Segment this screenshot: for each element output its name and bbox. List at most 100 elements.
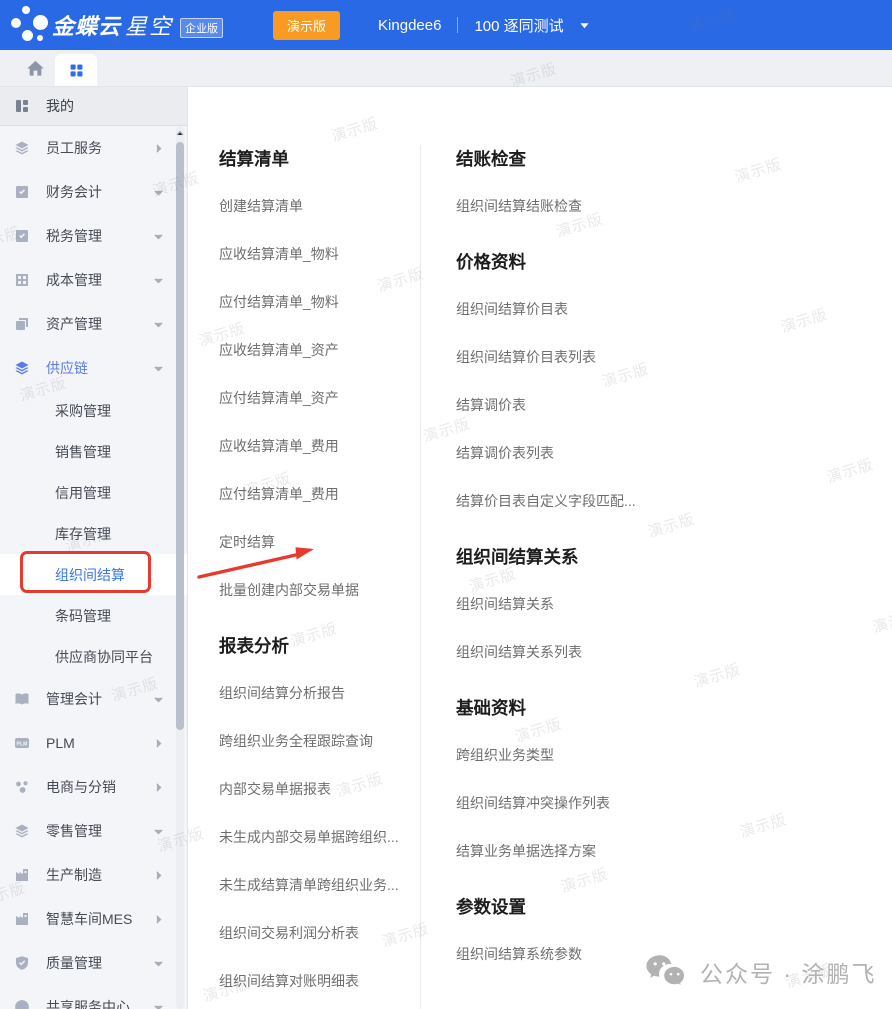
menu-link[interactable]: 应收结算清单_物料 [219, 230, 414, 278]
sidebar-item-零售管理[interactable]: 零售管理 [0, 809, 187, 853]
sidebar-item-信用管理[interactable]: 信用管理 [0, 472, 187, 513]
menu-link[interactable]: 组织间结算关系列表 [456, 628, 806, 676]
menu-link[interactable]: 创建结算清单 [219, 182, 414, 230]
sidebar-item-供应商协同平台[interactable]: 供应商协同平台 [0, 636, 187, 677]
apps-grid-icon [68, 62, 85, 79]
sidebar-item-采购管理[interactable]: 采购管理 [0, 390, 187, 431]
menu-link[interactable]: 应付结算清单_资产 [219, 374, 414, 422]
chevron-down-icon [152, 957, 165, 970]
sidebar-item-资产管理[interactable]: 资产管理 [0, 302, 187, 346]
sidebar-item-智慧车间MES[interactable]: 智慧车间MES [0, 897, 187, 941]
sidebar-item-生产制造[interactable]: 生产制造 [0, 853, 187, 897]
chevron-down-icon [152, 186, 165, 199]
menu-link[interactable]: 跨组织业务全程跟踪查询 [219, 717, 414, 765]
sidebar-item-共享服务中心[interactable]: 共享服务中心 [0, 985, 187, 1009]
globe-icon [14, 999, 30, 1009]
sidebar-item-label: 共享服务中心 [46, 997, 130, 1009]
sidebar-item-税务管理[interactable]: 税务管理 [0, 214, 187, 258]
sidebar-item-管理会计[interactable]: 管理会计 [0, 677, 187, 721]
menu-link[interactable]: 组织间结算价目表列表 [456, 333, 806, 381]
menu-link[interactable]: 组织间结算价目表 [456, 285, 806, 333]
menu-link[interactable]: 未生成结算清单跨组织业务... [219, 861, 414, 909]
panels-icon [14, 98, 30, 114]
menu-link[interactable]: 结算调价表 [456, 381, 806, 429]
sidebar-item-成本管理[interactable]: 成本管理 [0, 258, 187, 302]
wechat-account-label: 公众号 · 涂鹏飞 [700, 955, 876, 989]
tab-all-apps[interactable] [55, 54, 97, 86]
menu-link[interactable]: 组织间交易利润分析表 [219, 909, 414, 957]
menu-link[interactable]: 跨组织业务类型 [456, 731, 806, 779]
chevron-right-icon [152, 781, 165, 794]
sidebar-item-员工服务[interactable]: 员工服务 [0, 126, 187, 170]
sidebar-item-label: 成本管理 [46, 270, 102, 290]
sidebar-item-label: 供应链 [46, 358, 88, 378]
sidebar-item-label: 生产制造 [46, 865, 102, 885]
menu-link[interactable]: 组织间结算对账明细表 [219, 957, 414, 1005]
kingdee-logo-icon [6, 2, 50, 48]
menu-link[interactable]: 应付结算清单_费用 [219, 470, 414, 518]
sidebar-item-label: 资产管理 [46, 314, 102, 334]
sidebar: 我的 员工服务财务会计税务管理成本管理资产管理供应链采购管理销售管理信用管理库存… [0, 87, 188, 1009]
sidebar-item-供应链[interactable]: 供应链 [0, 346, 187, 390]
sidebar-item-my[interactable]: 我的 [0, 87, 187, 126]
menu-section: 基础资料跨组织业务类型组织间结算冲突操作列表结算业务单据选择方案 [456, 683, 806, 875]
menu-link[interactable]: 定时结算 [219, 518, 414, 566]
menu-section: 价格资料组织间结算价目表组织间结算价目表列表结算调价表结算调价表列表结算价目表自… [456, 237, 806, 525]
sidebar-item-label: 员工服务 [46, 138, 102, 158]
menu-link[interactable]: 内部交易单据报表 [219, 765, 414, 813]
sidebar-item-财务会计[interactable]: 财务会计 [0, 170, 187, 214]
sidebar-scrollbar[interactable] [176, 126, 184, 1009]
menu-link[interactable]: 组织间结算冲突操作列表 [456, 779, 806, 827]
menu-link[interactable]: 批量创建内部交易单据 [219, 566, 414, 614]
sidebar-item-label: 税务管理 [46, 226, 102, 246]
sidebar-item-组织间结算[interactable]: 组织间结算 [0, 554, 187, 595]
chevron-down-icon [152, 230, 165, 243]
menu-link[interactable]: 应收结算清单_资产 [219, 326, 414, 374]
menu-link[interactable]: 结算业务单据选择方案 [456, 827, 806, 875]
sidebar-item-质量管理[interactable]: 质量管理 [0, 941, 187, 985]
sidebar-item-电商与分销[interactable]: 电商与分销 [0, 765, 187, 809]
sidebar-item-label: 管理会计 [46, 689, 102, 709]
menu-link[interactable]: 结算价目表自定义字段匹配... [456, 477, 806, 525]
sidebar-item-label: 智慧车间MES [46, 909, 132, 929]
account-name: Kingdee6 [378, 17, 441, 34]
sidebar-item-label: 电商与分销 [46, 777, 116, 797]
section-title: 基础资料 [456, 683, 806, 731]
dots-icon [14, 779, 30, 795]
demo-version-button[interactable]: 演示版 [273, 11, 340, 40]
menu-section: 结账检查组织间结算结账检查 [456, 134, 806, 230]
menu-link[interactable]: 结算调价表列表 [456, 429, 806, 477]
section-title: 结算清单 [219, 134, 414, 182]
chevron-down-icon [152, 825, 165, 838]
menu-link[interactable]: 应付结算清单_物料 [219, 278, 414, 326]
menu-link[interactable]: 组织间结算分析报告 [219, 669, 414, 717]
brand-subtitle: 星空 [125, 9, 173, 41]
wechat-icon [645, 954, 687, 989]
account-switcher[interactable]: Kingdee6 100 逐同测试 [378, 15, 590, 36]
home-icon[interactable] [26, 59, 45, 78]
sidebar-item-库存管理[interactable]: 库存管理 [0, 513, 187, 554]
content-column-1: 结算清单创建结算清单应收结算清单_物料应付结算清单_物料应收结算清单_资产应付结… [219, 134, 414, 1005]
section-title: 价格资料 [456, 237, 806, 285]
sidebar-item-label: 销售管理 [55, 442, 111, 462]
chevron-down-icon [152, 693, 165, 706]
scroll-up-icon[interactable] [174, 127, 186, 139]
sidebar-item-label: 质量管理 [46, 953, 102, 973]
menu-link[interactable]: 应收结算清单_费用 [219, 422, 414, 470]
section-title: 结账检查 [456, 134, 806, 182]
divider [457, 17, 458, 33]
menu-section: 报表分析组织间结算分析报告跨组织业务全程跟踪查询内部交易单据报表未生成内部交易单… [219, 621, 414, 1005]
menu-link[interactable]: 未生成内部交易单据跨组织... [219, 813, 414, 861]
layers-icon [14, 140, 30, 156]
sidebar-item-销售管理[interactable]: 销售管理 [0, 431, 187, 472]
plm-icon: PLM [14, 735, 30, 751]
sidebar-item-label: 财务会计 [46, 182, 102, 202]
scrollbar-thumb[interactable] [176, 142, 184, 730]
caret-down-icon[interactable] [579, 20, 590, 31]
sidebar-item-条码管理[interactable]: 条码管理 [0, 595, 187, 636]
menu-link[interactable]: 组织间结算结账检查 [456, 182, 806, 230]
menu-link[interactable]: 组织间结算关系 [456, 580, 806, 628]
sidebar-item-PLM[interactable]: PLMPLM [0, 721, 187, 765]
brand-title: 金蝶云 [52, 9, 121, 41]
chevron-down-icon [152, 274, 165, 287]
